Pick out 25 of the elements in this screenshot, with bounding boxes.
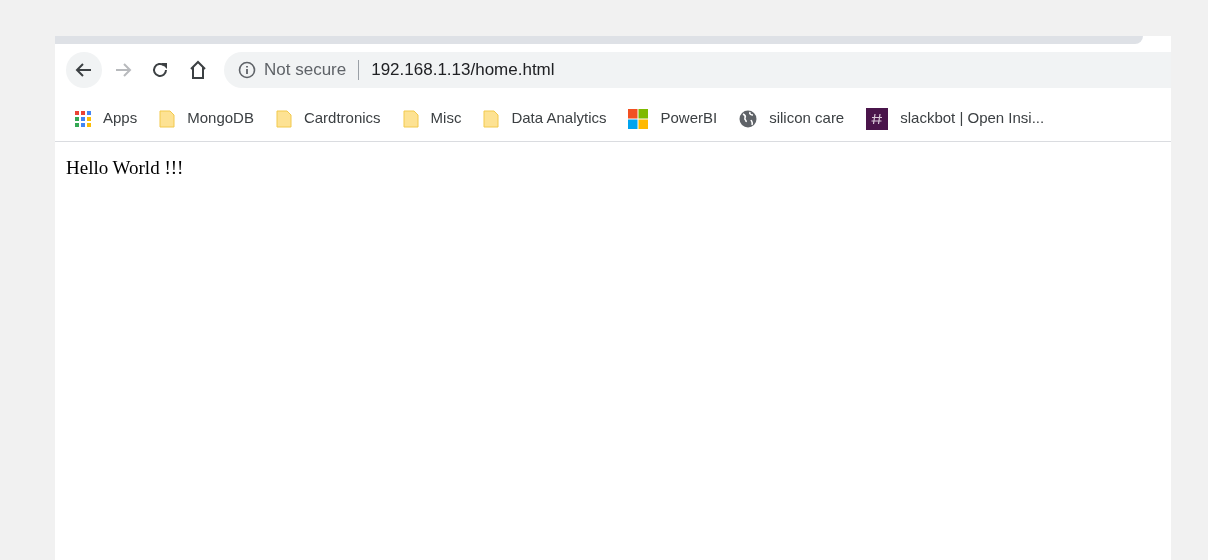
url-text[interactable]: 192.168.1.13/home.html [371, 57, 555, 83]
bookmark-link[interactable]: slackbot | Open Insi... [866, 107, 1045, 130]
back-button[interactable] [66, 52, 102, 88]
bookmark-link[interactable]: Apps [75, 107, 138, 130]
four-squares-icon [628, 108, 649, 129]
bookmark-link[interactable]: Data Analytics [483, 107, 607, 130]
back-arrow-icon[interactable] [75, 61, 93, 79]
bookmark-page-icon [483, 109, 500, 128]
bookmark-link[interactable]: MongoDB [159, 107, 254, 130]
address-bar[interactable]: Not secure 192.168.1.13/home.html [224, 52, 1171, 88]
bookmark-link[interactable]: silicon care [739, 107, 845, 130]
reload-icon[interactable] [151, 61, 169, 79]
info-icon[interactable] [238, 61, 256, 79]
bookmark-link[interactable]: Misc [402, 107, 462, 130]
bookmark-page-icon [275, 109, 292, 128]
bookmark-link[interactable]: PowerBI [628, 107, 718, 130]
hash-tile-icon [866, 107, 889, 130]
security-label[interactable]: Not secure [264, 57, 347, 83]
globe-icon [739, 109, 758, 128]
bookmark-link[interactable]: Cardtronics [275, 107, 381, 130]
bookmark-page-icon [159, 109, 176, 128]
page-text: Hello World !!! [65, 156, 185, 180]
apps-grid-icon [75, 110, 91, 127]
home-icon[interactable] [188, 60, 208, 80]
bookmark-page-icon [402, 109, 419, 128]
